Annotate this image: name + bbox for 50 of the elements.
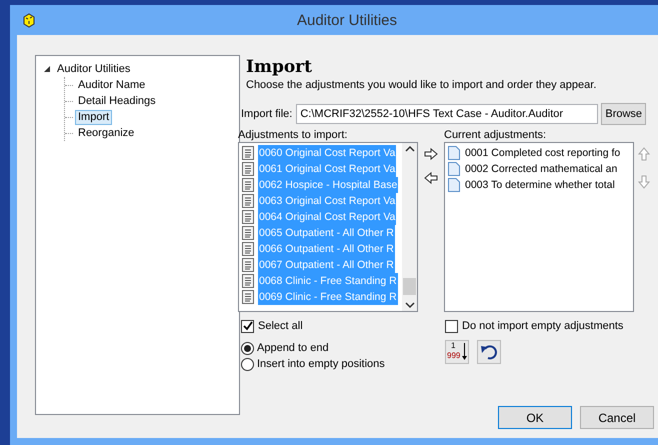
radio-button[interactable] (241, 342, 254, 354)
document-icon (242, 162, 254, 176)
dialog-button[interactable]: Cancel (580, 406, 654, 429)
checkbox-label: Do not import empty adjustments (462, 320, 624, 332)
list-label: Adjustments to import: (238, 129, 348, 142)
checkbox[interactable] (445, 320, 458, 332)
expand-icon[interactable] (44, 66, 50, 72)
right-arrow-icon[interactable] (424, 147, 438, 161)
arrow-icon (462, 343, 467, 361)
import-file-field[interactable]: C:\MCRIF32\2552-10\HFS Text Case - Auditor.Auditor (296, 104, 598, 124)
list-item[interactable]: 0001 Completed cost reporting fo (464, 145, 622, 161)
tree-item[interactable]: Auditor Utilities (54, 62, 134, 76)
import-file-label: Import file: (241, 108, 292, 120)
checkbox[interactable] (241, 320, 254, 332)
document-icon (242, 242, 254, 256)
document-icon (242, 226, 254, 240)
window-title: Auditor Utilities (296, 12, 398, 28)
document-icon (242, 274, 254, 288)
document-icon (448, 162, 460, 176)
document-icon (242, 178, 254, 192)
undo-button[interactable] (477, 340, 501, 364)
app-icon (21, 12, 37, 28)
tree-item[interactable]: Auditor Name (75, 78, 148, 92)
list-label: Current adjustments: (444, 129, 548, 142)
tree-item[interactable]: Detail Headings (75, 94, 159, 108)
list-item[interactable]: 0003 To determine whether total (464, 177, 616, 193)
tree-item[interactable]: Reorganize (75, 126, 138, 140)
checkbox-label: Select all (258, 320, 303, 332)
list-item[interactable]: 0002 Corrected mathematical an (464, 161, 618, 177)
tree-item[interactable]: Import (75, 110, 112, 124)
section-description: Choose the adjustments you would like to import and order they appear. (246, 79, 598, 91)
left-arrow-icon[interactable] (424, 171, 438, 185)
document-icon (448, 146, 460, 160)
scroll-thumb[interactable] (403, 278, 416, 295)
section-heading: Import (246, 57, 313, 77)
document-icon (242, 210, 254, 224)
document-icon (242, 290, 254, 304)
document-icon (242, 258, 254, 272)
sort-button[interactable]: 1 999 (445, 340, 469, 364)
radio-label: Insert into empty positions (257, 358, 385, 370)
browse-button[interactable]: Browse (601, 103, 646, 125)
radio-button[interactable] (241, 358, 254, 370)
adjustment-list[interactable] (238, 142, 418, 312)
document-icon (242, 194, 254, 208)
adjustment-list[interactable]: 0001 Completed cost reporting fo 0002 Corrected mathematical an 0003 To determine whether total (444, 142, 634, 312)
document-icon (448, 178, 460, 192)
dialog-button[interactable]: OK (498, 406, 572, 429)
scrollbar[interactable] (402, 143, 417, 311)
document-icon (242, 146, 254, 160)
radio-label: Append to end (257, 342, 329, 354)
